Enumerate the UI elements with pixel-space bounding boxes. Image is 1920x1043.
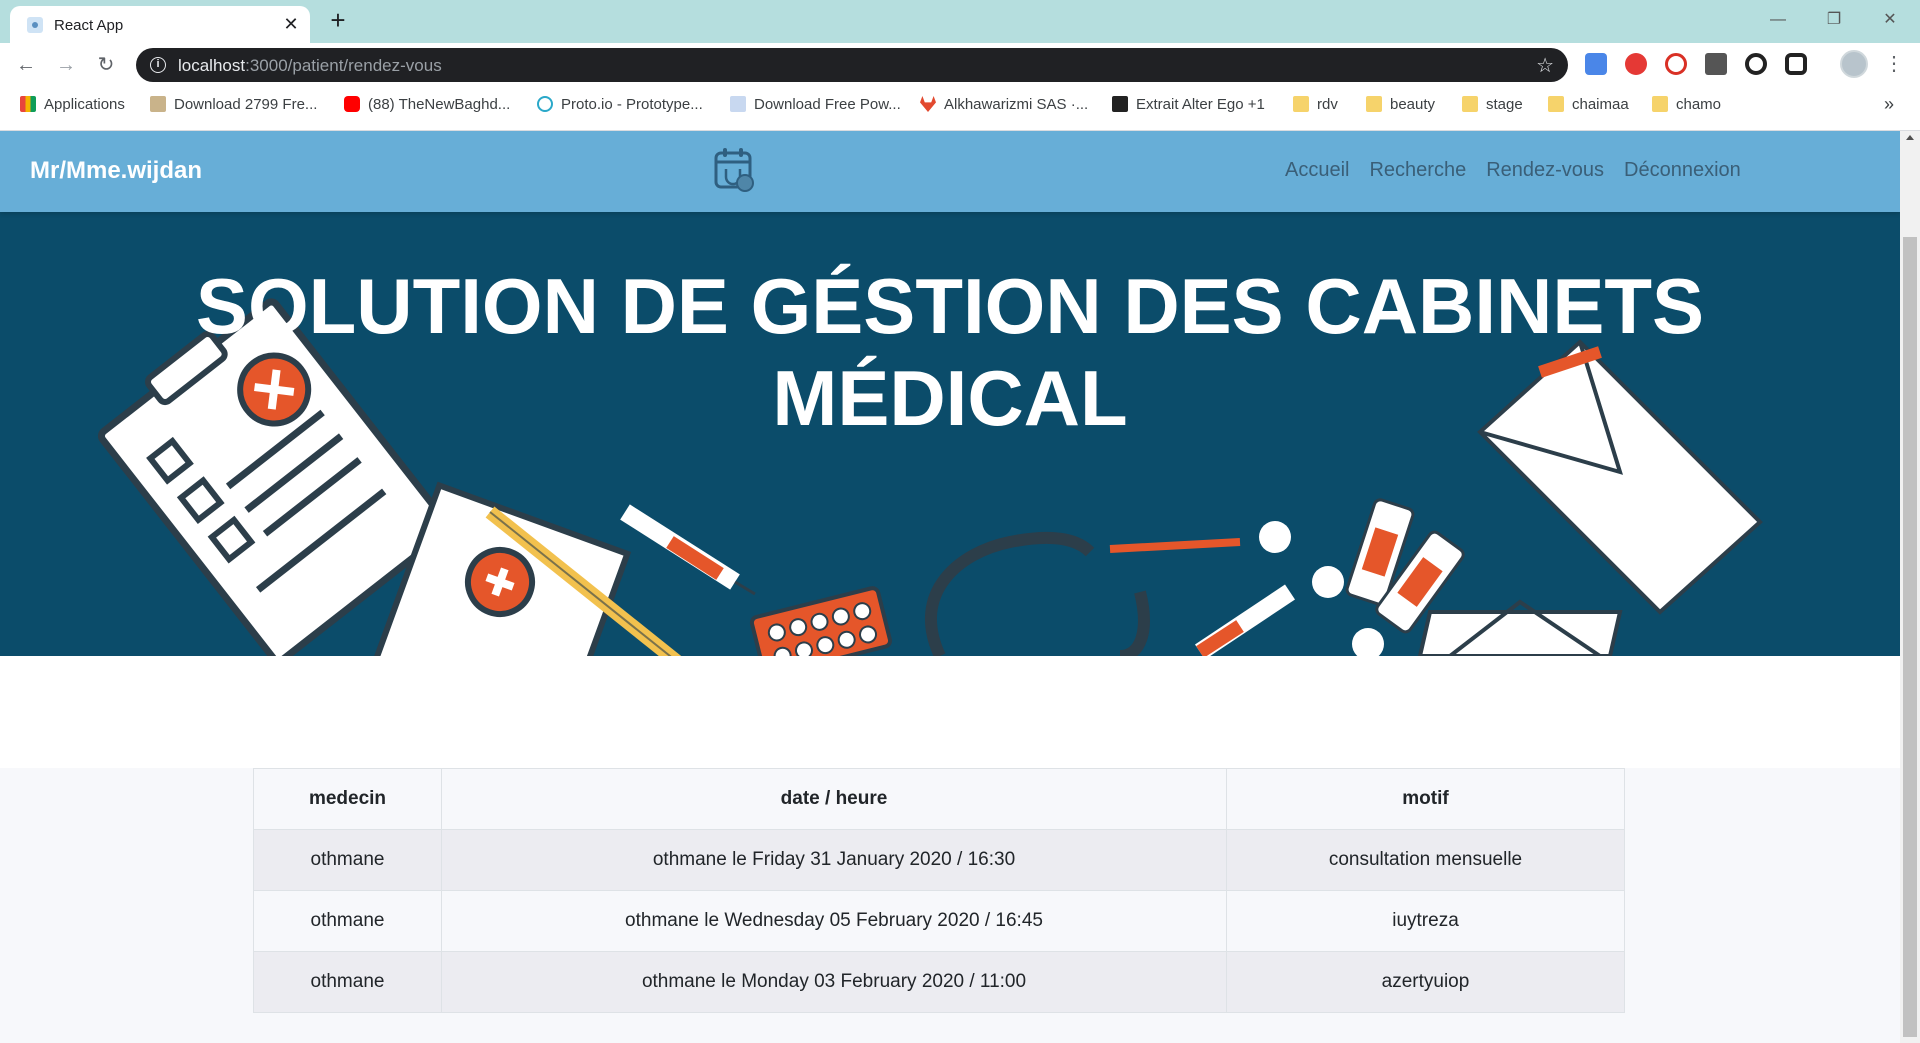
bookmark-star-icon[interactable]: ☆ <box>1536 53 1554 78</box>
minimize-icon[interactable]: — <box>1758 8 1798 32</box>
medical-calendar-logo-icon <box>714 148 754 192</box>
nav-recherche[interactable]: Recherche <box>1369 159 1466 182</box>
cell-medecin: othmane <box>253 890 442 952</box>
folder-icon <box>1548 96 1564 112</box>
bookmark-item[interactable]: Extrait Alter Ego +1 <box>1112 96 1265 118</box>
app-navbar: Mr/Mme.wijdan Accueil Recherche Rendez-v… <box>0 131 1900 212</box>
bookmark-applications[interactable]: Applications <box>20 96 125 118</box>
cell-motif: consultation mensuelle <box>1226 829 1625 891</box>
page-scrollbar[interactable] <box>1900 131 1920 1043</box>
table-header-row: medecin date / heure motif <box>253 768 1625 830</box>
folder-icon <box>1293 96 1309 112</box>
page-viewport: Mr/Mme.wijdan Accueil Recherche Rendez-v… <box>0 131 1900 1043</box>
cell-medecin: othmane <box>253 829 442 891</box>
bookmark-folder[interactable]: chamo <box>1652 96 1721 118</box>
address-bar[interactable]: i localhost:3000/patient/rendez-vous ☆ <box>136 48 1568 82</box>
gitlab-icon <box>920 96 936 112</box>
scroll-thumb[interactable] <box>1903 237 1917 1037</box>
hero-title: SOLUTION DE GÉSTION DES CABINETS MÉDICAL <box>0 260 1900 444</box>
syringe-illustration <box>620 504 756 596</box>
bookmarks-bar: Applications Download 2799 Fre... (88) T… <box>0 86 1920 131</box>
restore-icon[interactable]: ❐ <box>1814 8 1854 32</box>
browser-tab[interactable]: React App ✕ <box>10 6 310 43</box>
react-favicon-icon <box>27 17 43 33</box>
cell-motif: azertyuiop <box>1226 951 1625 1013</box>
forward-arrow-icon[interactable]: → <box>52 51 80 79</box>
bookmark-folder[interactable]: stage <box>1462 96 1523 118</box>
brand-name[interactable]: Mr/Mme.wijdan <box>30 157 202 185</box>
extension-icon[interactable] <box>1665 53 1687 75</box>
folder-icon <box>1462 96 1478 112</box>
cell-date-heure: othmane le Friday 31 January 2020 / 16:3… <box>441 829 1227 891</box>
page-icon <box>730 96 746 112</box>
youtube-icon <box>344 96 360 112</box>
image-icon <box>150 96 166 112</box>
cell-medecin: othmane <box>253 951 442 1013</box>
scroll-up-arrow-icon[interactable] <box>1906 135 1914 140</box>
hero-title-line2: MÉDICAL <box>772 354 1128 442</box>
syringe-illustration <box>1195 584 1295 656</box>
new-tab-icon[interactable]: + <box>325 7 351 34</box>
apps-grid-icon <box>20 96 36 112</box>
main-nav: Accueil Recherche Rendez-vous Déconnexio… <box>1285 159 1741 182</box>
sync-extension-icon[interactable] <box>1785 53 1807 75</box>
tab-title: React App <box>54 17 124 34</box>
browser-toolbar: ← → ↻ i localhost:3000/patient/rendez-vo… <box>0 43 1920 86</box>
bookmark-item[interactable]: (88) TheNewBaghd... <box>344 96 510 118</box>
cell-date-heure: othmane le Wednesday 05 February 2020 / … <box>441 890 1227 952</box>
stethoscope-illustration <box>924 531 1150 656</box>
column-header-date-heure: date / heure <box>441 768 1227 830</box>
translate-extension-icon[interactable] <box>1585 53 1607 75</box>
folder-icon <box>1366 96 1382 112</box>
back-arrow-icon[interactable]: ← <box>12 51 40 79</box>
bookmark-item[interactable]: Proto.io - Prototype... <box>537 96 703 118</box>
bookmark-item[interactable]: Alkhawarizmi SAS ·... <box>920 96 1088 118</box>
appointments-table: medecin date / heure motif othmane othma… <box>253 768 1625 1013</box>
table-row[interactable]: othmane othmane le Friday 31 January 202… <box>253 829 1625 891</box>
picker-extension-icon[interactable] <box>1705 53 1727 75</box>
adblock-extension-icon[interactable] <box>1625 53 1647 75</box>
window-close-icon[interactable]: ✕ <box>1870 8 1910 32</box>
search-extension-icon[interactable] <box>1745 53 1767 75</box>
more-bookmarks-icon[interactable]: » <box>1884 94 1894 115</box>
reload-icon[interactable]: ↻ <box>92 51 120 79</box>
bookmark-folder[interactable]: chaimaa <box>1548 96 1629 118</box>
menu-icon[interactable]: ⋮ <box>1884 51 1904 76</box>
nav-deconnexion[interactable]: Déconnexion <box>1624 159 1741 182</box>
folder-icon <box>1652 96 1668 112</box>
table-row[interactable]: othmane othmane le Wednesday 05 February… <box>253 890 1625 952</box>
nav-accueil[interactable]: Accueil <box>1285 159 1349 182</box>
bookmark-item[interactable]: Download Free Pow... <box>730 96 901 118</box>
column-header-medecin: medecin <box>253 768 442 830</box>
cell-date-heure: othmane le Monday 03 February 2020 / 11:… <box>441 951 1227 1013</box>
e-icon <box>1112 96 1128 112</box>
bookmark-folder[interactable]: beauty <box>1366 96 1435 118</box>
tab-close-icon[interactable]: ✕ <box>280 13 302 35</box>
browser-titlebar: React App ✕ + — ❐ ✕ <box>0 0 1920 43</box>
column-header-motif: motif <box>1226 768 1625 830</box>
proto-icon <box>537 96 553 112</box>
nav-rendez-vous[interactable]: Rendez-vous <box>1486 159 1604 182</box>
url-text[interactable]: localhost:3000/patient/rendez-vous <box>178 56 442 76</box>
appointments-section: medecin date / heure motif othmane othma… <box>0 768 1900 1043</box>
profile-avatar[interactable] <box>1840 50 1868 78</box>
hero-title-line1: SOLUTION DE GÉSTION DES CABINETS <box>195 262 1705 350</box>
table-row[interactable]: othmane othmane le Monday 03 February 20… <box>253 951 1625 1013</box>
hero-banner: SOLUTION DE GÉSTION DES CABINETS MÉDICAL <box>0 212 1900 656</box>
bookmark-item[interactable]: Download 2799 Fre... <box>150 96 317 118</box>
bookmark-folder[interactable]: rdv <box>1293 96 1338 118</box>
site-info-icon[interactable]: i <box>150 57 166 73</box>
cell-motif: iuytreza <box>1226 890 1625 952</box>
